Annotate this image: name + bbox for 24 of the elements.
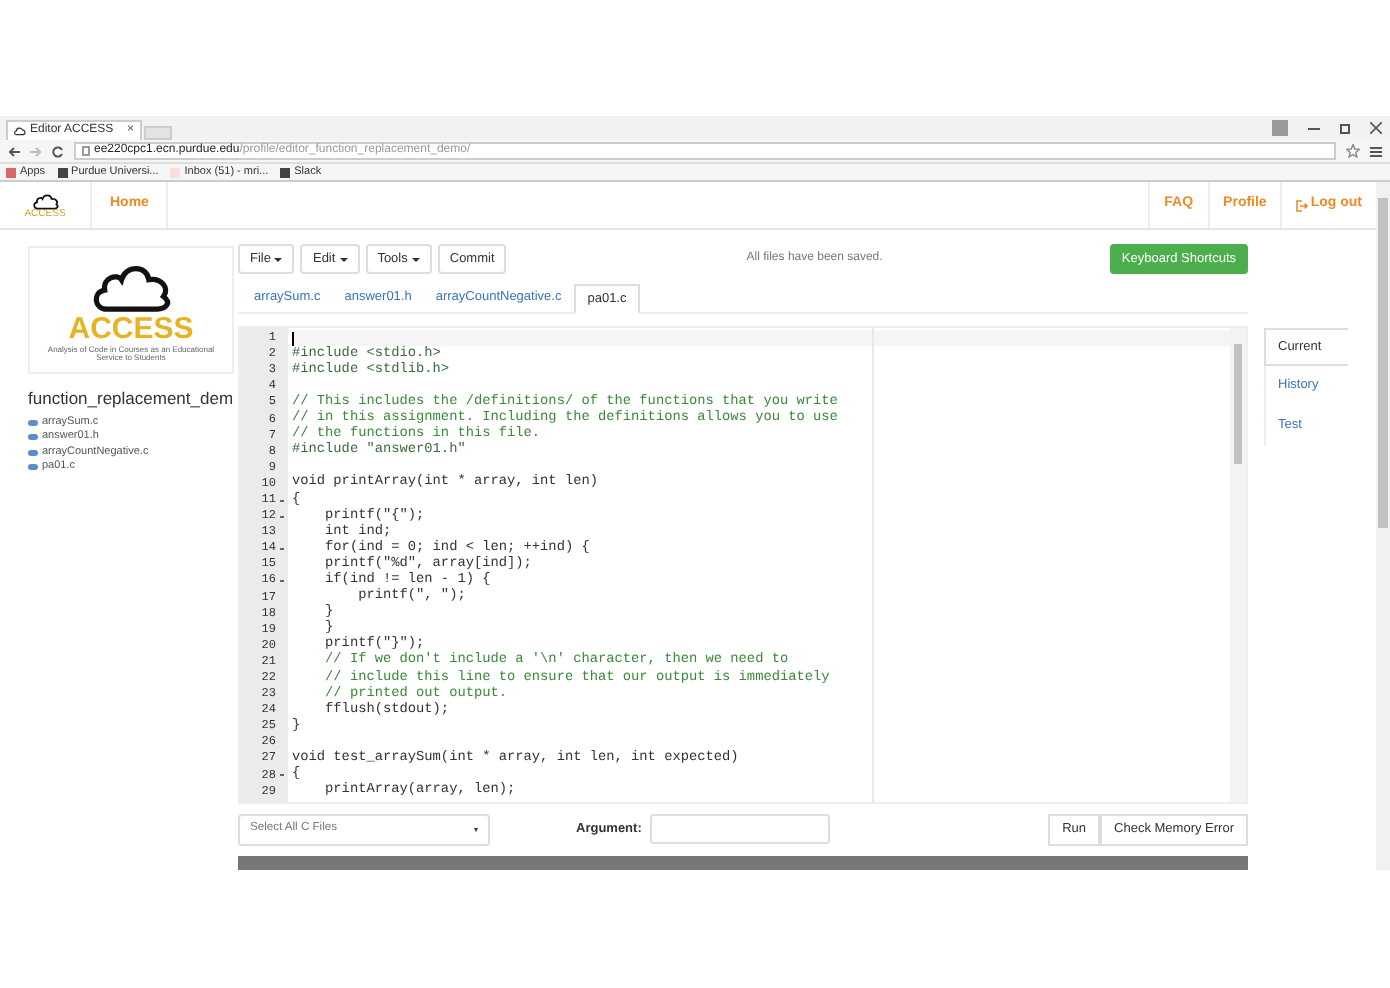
reload-icon[interactable]	[52, 145, 64, 157]
back-arrow-icon[interactable]	[8, 145, 20, 157]
bookmark-icon	[280, 167, 291, 177]
editor-scrollbar[interactable]	[1230, 328, 1246, 802]
project-title: function_replacement_dem	[28, 388, 234, 410]
bookmark-icon	[57, 167, 68, 177]
code-editor[interactable]	[238, 326, 1248, 804]
caret-icon	[339, 257, 348, 261]
minimize-icon[interactable]	[1308, 127, 1320, 129]
argument-input[interactable]	[649, 814, 830, 844]
caret-icon	[274, 257, 283, 261]
cloud-logo-icon	[31, 191, 59, 209]
menu-icon[interactable]	[1370, 145, 1382, 157]
star-icon[interactable]	[1346, 144, 1360, 158]
cloud-icon	[14, 126, 26, 136]
caret-icon	[411, 257, 420, 261]
page-scrollbar[interactable]	[1376, 182, 1390, 870]
text-cursor	[292, 331, 294, 346]
close-icon[interactable]	[1370, 122, 1382, 134]
restore-icon[interactable]	[1340, 123, 1350, 133]
logout-icon	[1296, 199, 1309, 211]
page-icon	[82, 146, 90, 156]
caret-icon	[474, 827, 478, 831]
logo-title: ACCESS	[68, 314, 194, 344]
